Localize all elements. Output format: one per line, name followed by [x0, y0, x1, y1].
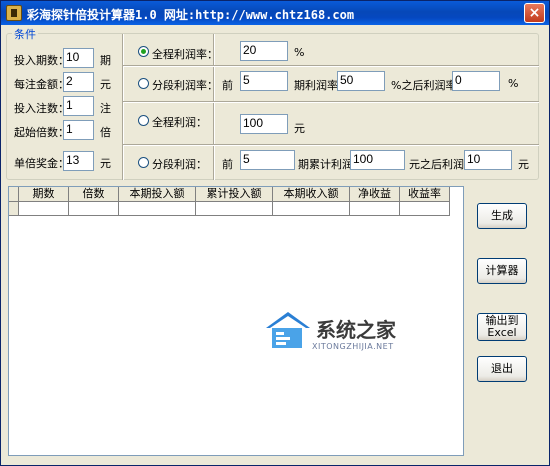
- bet-count-input[interactable]: 1: [63, 96, 94, 116]
- bet-count-unit: 注: [100, 102, 111, 115]
- grid-header: 期数 倍数 本期投入额 累计投入额 本期收入额 净收益 收益率: [9, 187, 450, 202]
- app-icon: [6, 5, 22, 21]
- table-cell[interactable]: [19, 202, 69, 216]
- seg-profit-unit: 元: [518, 158, 529, 171]
- seg-rate-radio[interactable]: [138, 78, 149, 89]
- row-divider-1: [123, 65, 539, 67]
- row-indicator-header: [9, 187, 19, 202]
- column-header[interactable]: 收益率: [400, 187, 450, 202]
- table-cell[interactable]: [273, 202, 350, 216]
- seg-profit-prefix: 前: [222, 158, 233, 171]
- seg-profit-label[interactable]: 分段利润：: [152, 156, 207, 172]
- start-multiple-label: 起始倍数：: [14, 126, 69, 139]
- exit-button[interactable]: 退出: [477, 356, 527, 382]
- seg-rate-unit: %: [508, 77, 519, 90]
- full-rate-radio[interactable]: [138, 46, 149, 57]
- full-rate-unit: %: [294, 46, 305, 59]
- periods-label: 投入期数：: [14, 54, 69, 67]
- full-profit-radio[interactable]: [138, 115, 149, 126]
- title-bar[interactable]: 彩海探针倍投计算器1.0 网址:http://www.chtz168.com ×: [1, 1, 549, 25]
- export-excel-button[interactable]: 输出到 Excel: [477, 313, 527, 341]
- seg-rate-after-label: %之后利润率: [391, 79, 457, 92]
- seg-rate-periods-input[interactable]: 5: [240, 71, 288, 91]
- row-divider-2: [123, 101, 539, 103]
- column-header[interactable]: 本期收入额: [273, 187, 350, 202]
- row-indicator[interactable]: [9, 202, 19, 216]
- seg-profit-periods-input[interactable]: 5: [240, 150, 295, 170]
- row-divider-3: [123, 144, 539, 146]
- house-logo-icon: [266, 312, 310, 348]
- single-prize-input[interactable]: 13: [63, 151, 94, 171]
- export-label-line2: Excel: [487, 326, 517, 339]
- seg-profit-radio[interactable]: [138, 157, 149, 168]
- seg-rate-prefix: 前: [222, 79, 233, 92]
- watermark-text: 系统之家: [316, 318, 396, 342]
- single-prize-label: 单倍奖金：: [14, 157, 69, 170]
- single-prize-unit: 元: [100, 157, 111, 170]
- table-cell[interactable]: [196, 202, 273, 216]
- bet-amount-input[interactable]: 2: [63, 72, 94, 92]
- table-cell[interactable]: [69, 202, 119, 216]
- column-header[interactable]: 本期投入额: [119, 187, 196, 202]
- table-cell[interactable]: [400, 202, 450, 216]
- watermark: 系统之家 XITONGZHIJIA.NET: [262, 304, 432, 360]
- seg-rate-after-input[interactable]: 0: [452, 71, 500, 91]
- bet-amount-unit: 元: [100, 78, 111, 91]
- seg-rate-label[interactable]: 分段利润率：: [152, 77, 218, 93]
- seg-rate-rate-input[interactable]: 50: [337, 71, 385, 91]
- full-profit-unit: 元: [294, 122, 305, 135]
- column-header[interactable]: 倍数: [69, 187, 119, 202]
- close-button[interactable]: ×: [524, 3, 545, 23]
- column-header[interactable]: 期数: [19, 187, 69, 202]
- bet-amount-label: 每注金额：: [14, 78, 69, 91]
- window-title: 彩海探针倍投计算器1.0 网址:http://www.chtz168.com: [27, 8, 355, 22]
- periods-input[interactable]: 10: [63, 48, 94, 68]
- column-header[interactable]: 累计投入额: [196, 187, 273, 202]
- conditions-group-label: 条件: [12, 26, 38, 42]
- full-rate-input[interactable]: 20: [240, 41, 288, 61]
- table-cell[interactable]: [350, 202, 400, 216]
- seg-profit-after-input[interactable]: 10: [464, 150, 512, 170]
- seg-profit-amount-input[interactable]: 100: [350, 150, 405, 170]
- seg-profit-after-label: 元之后利润: [409, 158, 464, 171]
- table-row[interactable]: [9, 202, 450, 216]
- calculator-button[interactable]: 计算器: [477, 258, 527, 284]
- watermark-subtext: XITONGZHIJIA.NET: [312, 342, 394, 351]
- periods-unit: 期: [100, 54, 111, 67]
- seg-rate-mid-label: 期利润率: [294, 79, 338, 92]
- left-divider: [122, 34, 124, 180]
- start-multiple-input[interactable]: 1: [63, 120, 94, 140]
- full-profit-label[interactable]: 全程利润：: [152, 114, 207, 130]
- full-rate-label[interactable]: 全程利润率：: [152, 46, 218, 62]
- start-multiple-unit: 倍: [100, 126, 111, 139]
- bet-count-label: 投入注数：: [14, 102, 69, 115]
- column-header[interactable]: 净收益: [350, 187, 400, 202]
- seg-profit-mid-label: 期累计利润: [298, 158, 353, 171]
- generate-button[interactable]: 生成: [477, 203, 527, 229]
- table-cell[interactable]: [119, 202, 196, 216]
- full-profit-input[interactable]: 100: [240, 114, 288, 134]
